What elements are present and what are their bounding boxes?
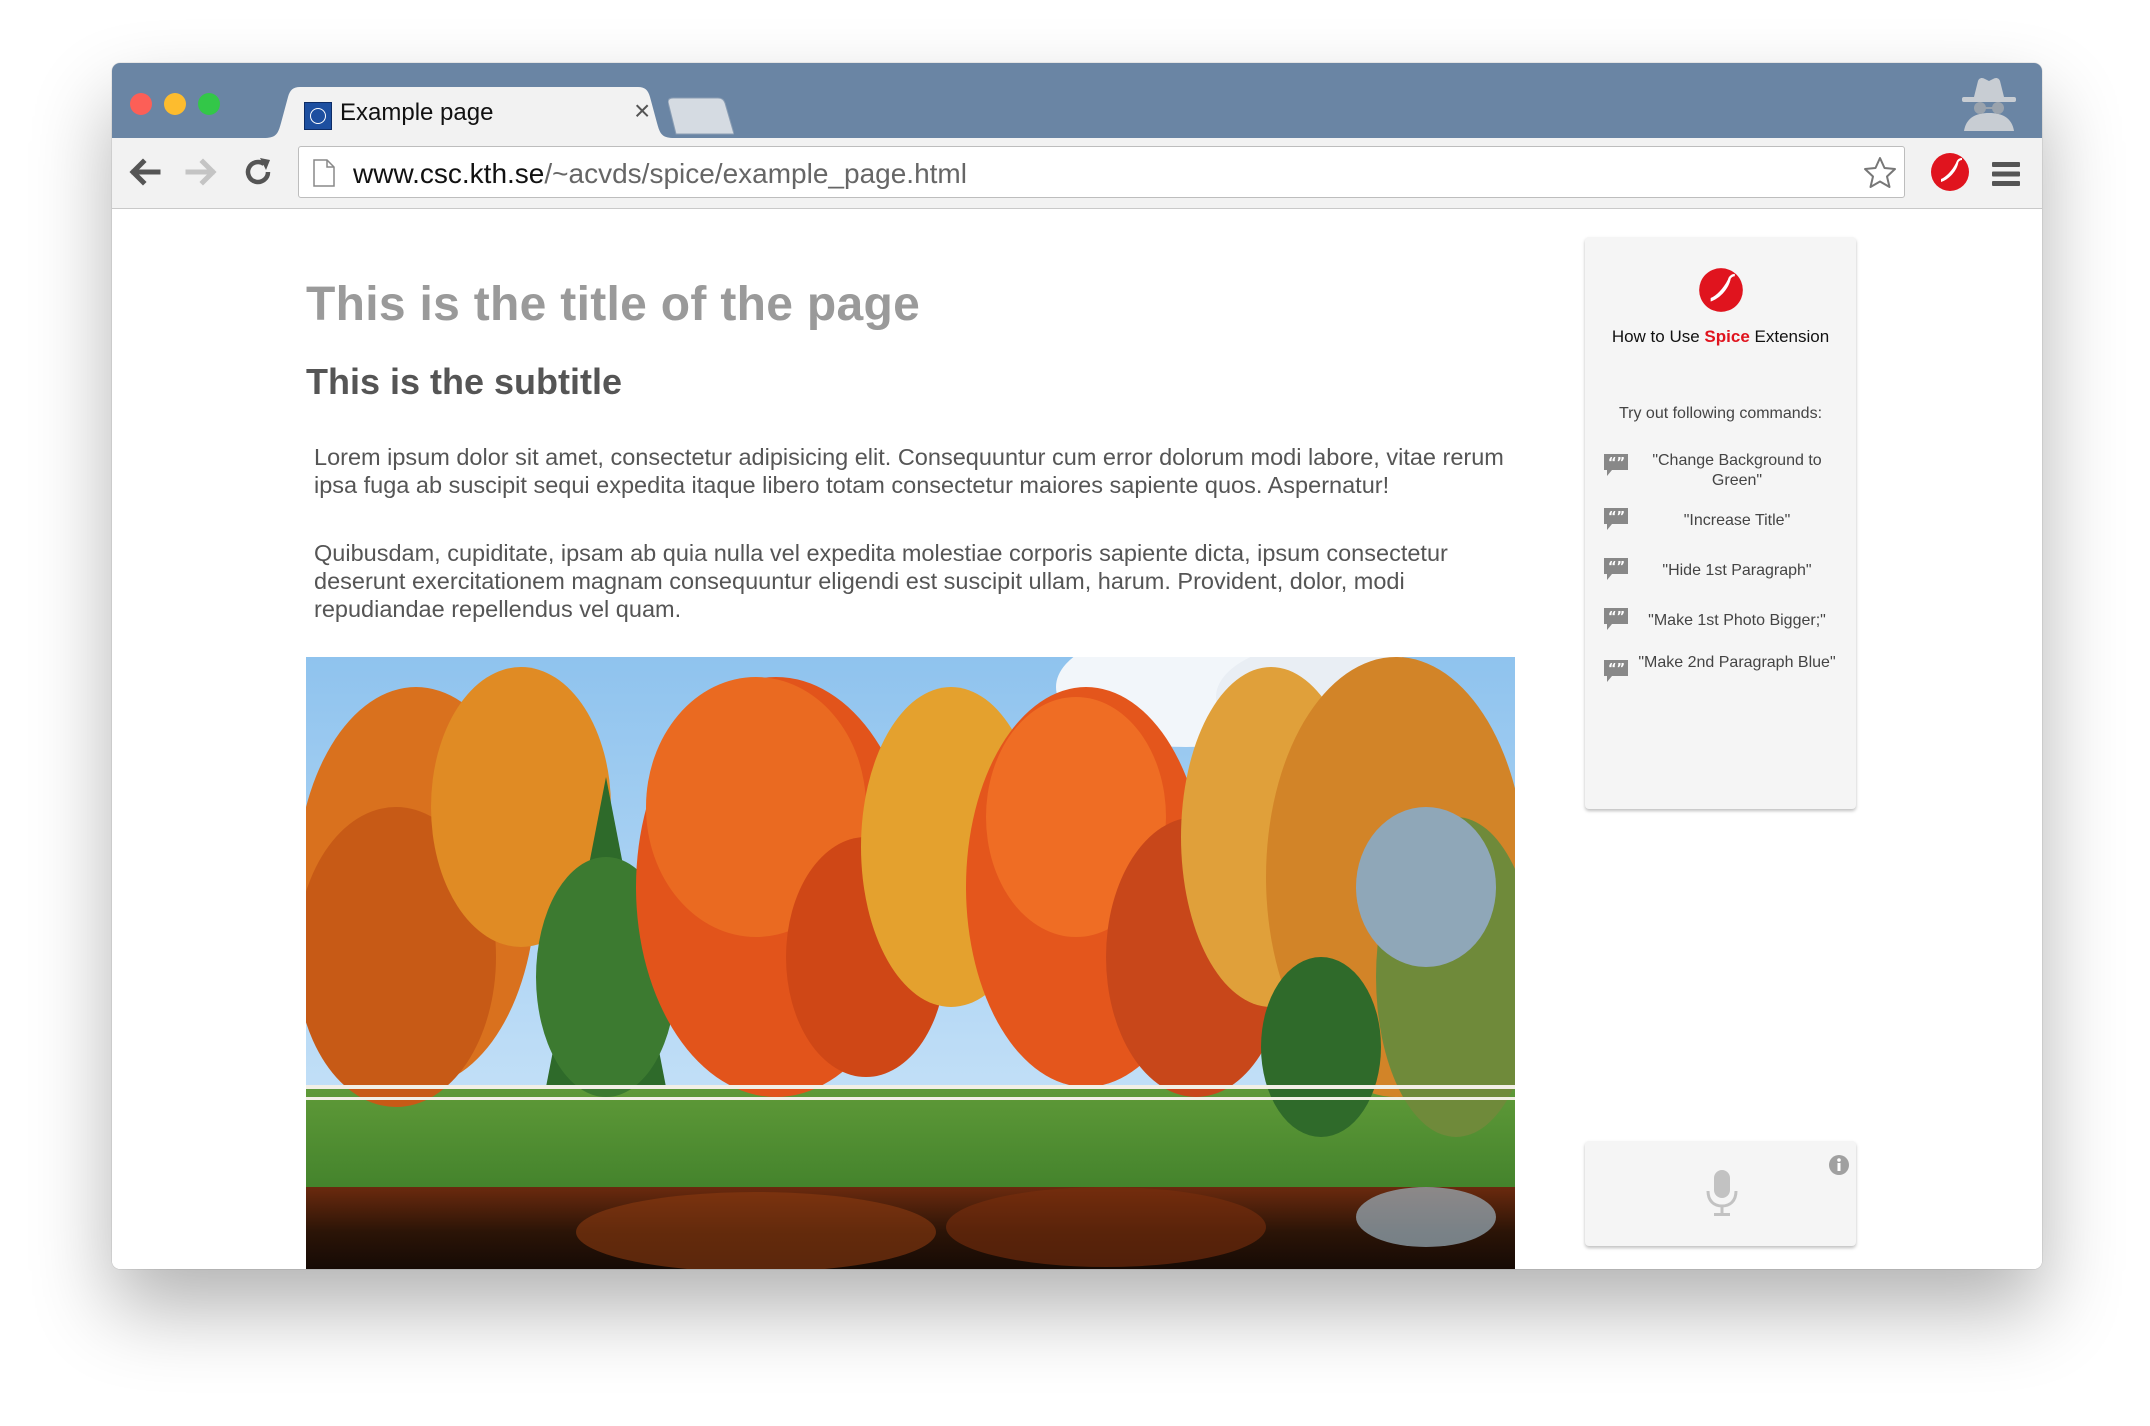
paragraph-1: Lorem ipsum dolor sit amet, consectetur … bbox=[314, 444, 1504, 498]
tab-example-page[interactable]: Example page × bbox=[264, 87, 674, 138]
minimize-window-button[interactable] bbox=[164, 93, 186, 115]
spice-logo-icon bbox=[1699, 268, 1743, 312]
command-text: "Change Background to Green" bbox=[1652, 452, 1822, 489]
quote-bubble-icon: “” bbox=[1604, 508, 1628, 530]
info-icon[interactable] bbox=[1829, 1155, 1849, 1175]
svg-text:“”: “” bbox=[1608, 662, 1625, 677]
command-item: “” "Increase Title" bbox=[1603, 505, 1843, 555]
svg-text:“”: “” bbox=[1608, 510, 1625, 525]
command-text: "Hide 1st Paragraph" bbox=[1662, 562, 1812, 579]
quote-bubble-icon: “” bbox=[1604, 558, 1628, 580]
maximize-window-button[interactable] bbox=[198, 93, 220, 115]
bookmark-star-icon[interactable] bbox=[1862, 155, 1898, 191]
page-content: This is the title of the page This is th… bbox=[112, 209, 2042, 1269]
command-text: "Make 2nd Paragraph Blue" bbox=[1638, 654, 1836, 671]
page-title: This is the title of the page bbox=[306, 278, 921, 331]
page-subtitle: This is the subtitle bbox=[306, 361, 623, 402]
command-item: “” "Change Background to Green" bbox=[1603, 451, 1843, 501]
microphone-icon[interactable] bbox=[1705, 1169, 1739, 1217]
new-tab-button[interactable] bbox=[668, 97, 734, 135]
page-icon bbox=[313, 159, 335, 187]
voice-input-panel[interactable] bbox=[1585, 1141, 1856, 1246]
quote-bubble-icon: “” bbox=[1604, 660, 1628, 682]
browser-toolbar: www.csc.kth.se/~acvds/spice/example_page… bbox=[112, 138, 2042, 209]
tab-strip: Example page × bbox=[112, 63, 2042, 138]
svg-text:“”: “” bbox=[1608, 610, 1625, 625]
command-item: “” "Make 2nd Paragraph Blue" bbox=[1603, 654, 1843, 707]
tab-title: Example page bbox=[340, 99, 494, 126]
command-item: “” "Make 1st Photo Bigger;" bbox=[1603, 605, 1843, 655]
autumn-trees-photo bbox=[306, 657, 1515, 1269]
tab-close-icon[interactable]: × bbox=[634, 95, 650, 127]
browser-window: Example page × www.csc.kth.se/~acvds/spi… bbox=[112, 63, 2042, 1269]
address-bar[interactable]: www.csc.kth.se/~acvds/spice/example_page… bbox=[298, 146, 1905, 198]
paragraph-2: Quibusdam, cupiditate, ipsam ab quia nul… bbox=[314, 540, 1448, 622]
svg-text:“”: “” bbox=[1608, 456, 1625, 471]
command-text: "Make 1st Photo Bigger;" bbox=[1648, 612, 1826, 629]
close-window-button[interactable] bbox=[130, 93, 152, 115]
quote-bubble-icon: “” bbox=[1604, 608, 1628, 630]
spice-help-panel: How to Use Spice Extension Try out follo… bbox=[1585, 237, 1856, 809]
back-arrow-icon[interactable] bbox=[128, 156, 162, 188]
svg-text:“”: “” bbox=[1608, 560, 1625, 575]
spice-extension-icon[interactable] bbox=[1930, 152, 1970, 192]
forward-arrow-icon[interactable] bbox=[184, 156, 218, 188]
command-text: "Increase Title" bbox=[1683, 512, 1791, 529]
quote-bubble-icon: “” bbox=[1604, 454, 1628, 476]
command-item: “” "Hide 1st Paragraph" bbox=[1603, 555, 1843, 605]
kth-favicon-icon bbox=[304, 102, 332, 130]
reload-icon[interactable] bbox=[242, 156, 274, 188]
url-text: www.csc.kth.se/~acvds/spice/example_page… bbox=[353, 158, 967, 189]
panel-heading: How to Use Spice Extension bbox=[1611, 327, 1830, 346]
incognito-icon bbox=[1962, 77, 2016, 131]
menu-icon[interactable] bbox=[1990, 160, 2022, 188]
try-commands-label: Try out following commands: bbox=[1618, 405, 1823, 422]
